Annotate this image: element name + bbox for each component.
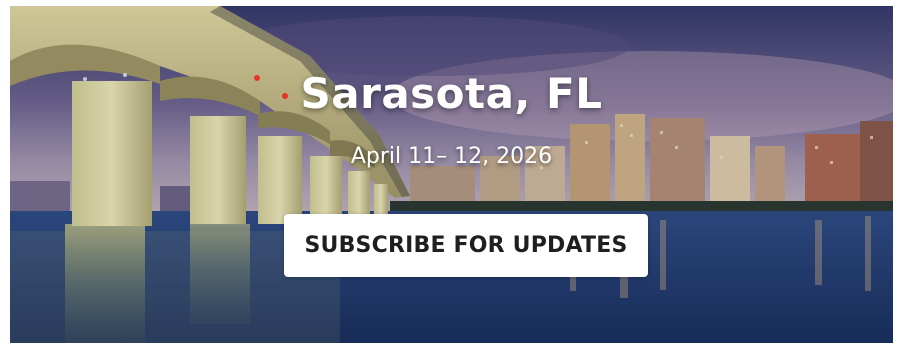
subscribe-button-label: SUBSCRIBE FOR UPDATES (304, 233, 628, 258)
event-dates: April 11– 12, 2026 (350, 144, 553, 169)
city-title: Sarasota, FL (300, 69, 603, 118)
hero-background-image (10, 6, 893, 343)
hero-banner: Sarasota, FL April 11– 12, 2026 SUBSCRIB… (10, 6, 893, 343)
subscribe-button[interactable]: SUBSCRIBE FOR UPDATES (284, 214, 648, 277)
